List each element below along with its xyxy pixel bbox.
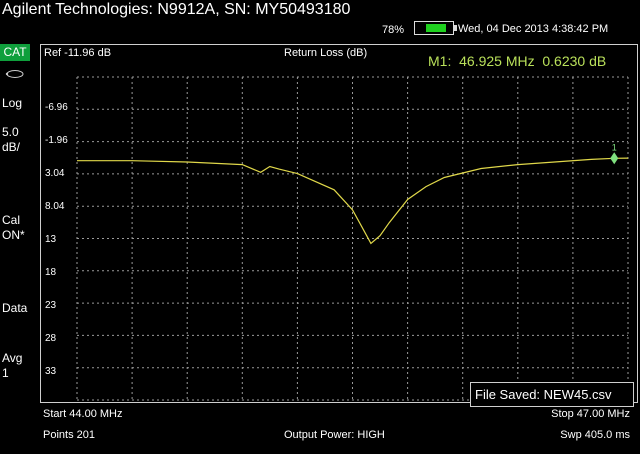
points-count[interactable]: Points 201 [43, 429, 95, 441]
app-title: Agilent Technologies: N9912A, SN: MY5049… [2, 1, 351, 18]
y-tick-label: -6.96 [45, 102, 68, 113]
ref-level-label: Ref -11.96 dB [44, 47, 112, 59]
y-tick-label: 3.04 [45, 168, 65, 179]
scale-mode-label[interactable]: Log [2, 96, 22, 111]
y-tick-label: 28 [45, 333, 57, 344]
stop-frequency[interactable]: Stop 47.00 MHz [551, 408, 630, 420]
sweep-time[interactable]: Swp 405.0 ms [560, 429, 630, 441]
y-tick-label: 18 [45, 267, 57, 278]
y-tick-label: 13 [45, 234, 57, 245]
sidebar: CAT Log 5.0 dB/ Cal ON* Data Avg 1 [0, 44, 36, 454]
file-saved-toast: File Saved: NEW45.csv [470, 382, 634, 407]
cat-mode-button[interactable]: CAT [0, 44, 30, 61]
y-tick-label: 33 [45, 366, 57, 377]
battery-icon [414, 21, 457, 35]
y-tick-label: -1.96 [45, 135, 68, 146]
y-tick-label: 23 [45, 300, 57, 311]
plot-frame [40, 44, 638, 403]
marker-readout: M1: 46.925 MHz 0.6230 dB [428, 53, 607, 69]
avg-label[interactable]: Avg 1 [2, 351, 22, 381]
start-frequency[interactable]: Start 44.00 MHz [43, 408, 122, 420]
output-power[interactable]: Output Power: HIGH [284, 429, 385, 441]
battery-fill [426, 24, 446, 32]
title-bar: Agilent Technologies: N9912A, SN: MY5049… [0, 0, 640, 22]
scale-per-div-label[interactable]: 5.0 dB/ [2, 125, 20, 155]
battery-cap [454, 25, 457, 31]
cal-status-label[interactable]: Cal ON* [2, 213, 25, 243]
measurement-title: Return Loss (dB) [284, 47, 368, 59]
y-tick-label: 8.04 [45, 201, 65, 212]
datetime: Wed, 04 Dec 2013 4:38:42 PM [458, 23, 609, 35]
battery-percent: 78% [382, 24, 405, 36]
data-label[interactable]: Data [2, 301, 27, 316]
loop-icon [5, 70, 24, 78]
